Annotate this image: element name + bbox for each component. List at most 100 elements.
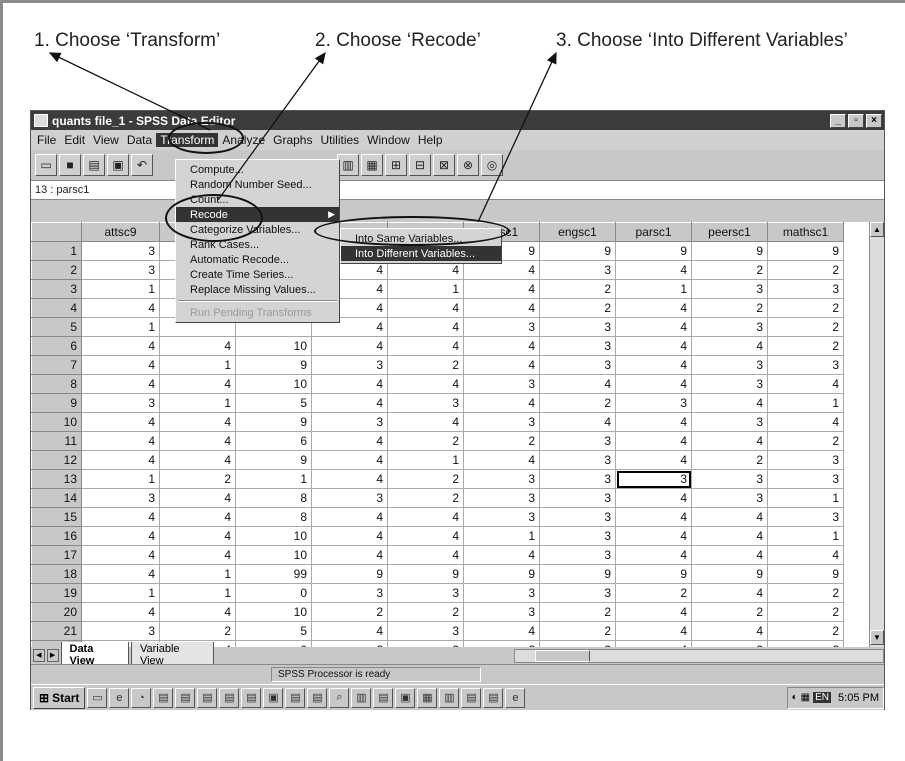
- row-number[interactable]: 2: [31, 260, 82, 280]
- weight-cases-icon[interactable]: ◎: [481, 154, 503, 176]
- start-button[interactable]: ⊞ Start: [33, 686, 86, 709]
- table-cell[interactable]: 3: [691, 469, 768, 489]
- table-cell[interactable]: 4: [615, 355, 692, 375]
- table-cell[interactable]: 4: [81, 602, 160, 622]
- table-cell[interactable]: 4: [387, 298, 464, 318]
- table-cell[interactable]: 2: [387, 488, 464, 508]
- table-cell[interactable]: 4: [691, 507, 768, 527]
- table-cell[interactable]: 3: [539, 317, 616, 337]
- table-cell[interactable]: 1: [387, 450, 464, 470]
- table-cell[interactable]: 3: [311, 488, 388, 508]
- table-cell[interactable]: 3: [387, 393, 464, 413]
- column-header[interactable]: mathsc1: [767, 222, 844, 242]
- table-cell[interactable]: 4: [615, 621, 692, 641]
- table-cell[interactable]: 4: [767, 412, 844, 432]
- column-header[interactable]: parsc1: [615, 222, 692, 242]
- table-cell[interactable]: 1: [81, 279, 160, 299]
- table-cell[interactable]: 9: [691, 564, 768, 584]
- save-icon[interactable]: ■: [59, 154, 81, 176]
- table-cell[interactable]: 4: [311, 621, 388, 641]
- table-cell[interactable]: 1: [81, 583, 160, 603]
- menu-item-into-different-variables[interactable]: Into Different Variables...: [341, 246, 501, 261]
- table-cell[interactable]: 3: [463, 469, 540, 489]
- table-cell[interactable]: 4: [159, 602, 236, 622]
- table-cell[interactable]: 4: [615, 545, 692, 565]
- table-cell[interactable]: 4: [463, 545, 540, 565]
- language-indicator[interactable]: EN: [813, 692, 832, 703]
- table-cell[interactable]: 4: [81, 526, 160, 546]
- network-icon[interactable]: ▦: [801, 692, 810, 703]
- volume-icon[interactable]: ◐: [792, 692, 798, 703]
- split-file-icon[interactable]: ⊗: [457, 154, 479, 176]
- table-cell[interactable]: 4: [387, 412, 464, 432]
- tab-next-icon[interactable]: ▶: [46, 649, 59, 662]
- table-cell[interactable]: 2: [539, 279, 616, 299]
- table-cell[interactable]: 4: [387, 374, 464, 394]
- table-cell[interactable]: 4: [311, 336, 388, 356]
- quicklaunch-ie-icon[interactable]: e: [109, 687, 130, 708]
- table-cell[interactable]: 3: [539, 450, 616, 470]
- row-number[interactable]: 6: [31, 336, 82, 356]
- table-cell[interactable]: 4: [539, 412, 616, 432]
- row-number[interactable]: 12: [31, 450, 82, 470]
- table-cell[interactable]: 3: [691, 279, 768, 299]
- table-cell[interactable]: 1: [159, 564, 236, 584]
- horizontal-scroll-thumb[interactable]: [534, 649, 590, 662]
- table-cell[interactable]: 3: [387, 583, 464, 603]
- table-cell[interactable]: 4: [311, 469, 388, 489]
- table-cell[interactable]: 2: [159, 621, 236, 641]
- table-cell[interactable]: 4: [159, 431, 236, 451]
- table-cell[interactable]: 3: [691, 317, 768, 337]
- table-cell[interactable]: 6: [235, 431, 312, 451]
- task-icon[interactable]: ▤: [285, 687, 306, 708]
- table-cell[interactable]: 5: [235, 621, 312, 641]
- table-cell[interactable]: 2: [691, 260, 768, 280]
- task-icon[interactable]: ▤: [219, 687, 240, 708]
- table-cell[interactable]: 4: [387, 336, 464, 356]
- table-cell[interactable]: 4: [311, 507, 388, 527]
- table-cell[interactable]: 4: [159, 526, 236, 546]
- table-cell[interactable]: 4: [615, 336, 692, 356]
- table-cell[interactable]: 8: [235, 507, 312, 527]
- table-cell[interactable]: 3: [691, 488, 768, 508]
- table-cell[interactable]: 4: [159, 450, 236, 470]
- scroll-up-icon[interactable]: ▲: [870, 222, 884, 237]
- maximize-button[interactable]: ▫: [848, 113, 864, 128]
- table-cell[interactable]: 3: [691, 374, 768, 394]
- menu-item-automatic-recode[interactable]: Automatic Recode...: [176, 252, 339, 267]
- table-cell[interactable]: 4: [159, 507, 236, 527]
- task-search-icon[interactable]: ⌕: [329, 687, 350, 708]
- row-number[interactable]: 21: [31, 621, 82, 641]
- table-cell[interactable]: 4: [311, 431, 388, 451]
- table-cell[interactable]: 2: [387, 431, 464, 451]
- table-cell[interactable]: 3: [767, 355, 844, 375]
- table-cell[interactable]: 4: [159, 488, 236, 508]
- table-cell[interactable]: 4: [691, 393, 768, 413]
- task-icon[interactable]: ▤: [175, 687, 196, 708]
- table-cell[interactable]: 4: [615, 602, 692, 622]
- quicklaunch-outlook-icon[interactable]: ◔: [131, 687, 152, 708]
- menu-item-compute[interactable]: Compute...: [176, 162, 339, 177]
- scroll-down-icon[interactable]: ▼: [870, 630, 884, 645]
- table-cell[interactable]: 3: [463, 317, 540, 337]
- table-cell[interactable]: 3: [767, 507, 844, 527]
- table-cell[interactable]: 4: [81, 564, 160, 584]
- table-cell[interactable]: 2: [767, 621, 844, 641]
- table-cell[interactable]: 4: [615, 298, 692, 318]
- row-number[interactable]: 3: [31, 279, 82, 299]
- table-cell[interactable]: 2: [767, 602, 844, 622]
- table-cell[interactable]: 4: [615, 317, 692, 337]
- table-cell[interactable]: 4: [691, 526, 768, 546]
- table-cell[interactable]: 4: [387, 507, 464, 527]
- horizontal-scrollbar[interactable]: [513, 648, 884, 663]
- table-cell[interactable]: 0: [235, 583, 312, 603]
- table-cell[interactable]: 9: [539, 241, 616, 261]
- table-cell[interactable]: 4: [615, 374, 692, 394]
- table-cell[interactable]: 4: [311, 374, 388, 394]
- table-cell[interactable]: 4: [767, 374, 844, 394]
- insert-variable-icon[interactable]: ⊠: [433, 154, 455, 176]
- table-cell[interactable]: 4: [81, 298, 160, 318]
- table-cell[interactable]: 2: [387, 355, 464, 375]
- table-cell[interactable]: 4: [615, 260, 692, 280]
- menu-help[interactable]: Help: [414, 133, 447, 147]
